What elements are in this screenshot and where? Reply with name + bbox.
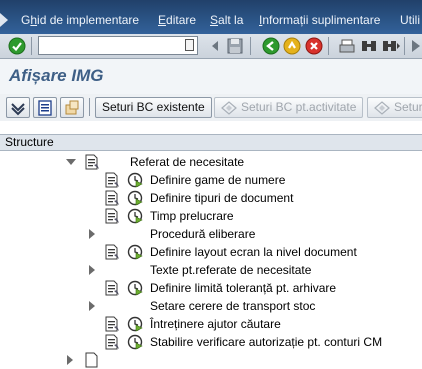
page-title: Afișare IMG [9,66,104,85]
structure-tree: Structure Referat de necesitate Definire … [0,134,422,368]
toolbar-separator [404,37,405,55]
menu-label: id de implementare [37,13,140,27]
bookmark-button[interactable] [60,97,84,118]
tree-node[interactable]: Stabilire verificare autorizație pt. con… [0,333,422,351]
standard-toolbar [0,34,422,59]
tree-node-label: Referat de necesitate [130,155,245,169]
documentation-icon[interactable] [104,172,120,188]
tree-node-label: Procedură eliberare [150,227,256,241]
bc-set-icon [221,101,237,115]
bc-sets-activity-label: Seturi BC pt.activitate [241,100,357,114]
execute-activity-icon[interactable] [127,334,143,350]
history-back-icon[interactable] [206,37,224,55]
execute-activity-icon[interactable] [127,244,143,260]
documentation-icon[interactable] [84,352,100,368]
expand-triangle-icon[interactable] [89,265,95,275]
tree-node-label: Timp prelucrare [150,209,234,223]
tree-node[interactable]: Timp prelucrare [0,207,422,225]
documentation-icon[interactable] [104,208,120,224]
toolbar-separator [89,98,90,116]
title-bar: Afișare IMG [0,59,422,95]
bc-sets-more-label: Setur [394,100,422,114]
menu-ghid-de-implementare[interactable]: Ghid de implementare [21,13,139,27]
expand-triangle-icon[interactable] [89,229,95,239]
command-history-icon[interactable] [185,39,194,51]
select-view-button[interactable] [33,97,57,118]
bc-sets-more-button[interactable]: Setur [367,97,422,118]
toolbar-separator [250,37,251,55]
save-icon[interactable] [226,37,244,55]
expand-subtree-button[interactable] [6,97,30,118]
tree-node[interactable]: Definire tipuri de document [0,189,422,207]
tree-node-label: Definire limită toleranță pt. arhivare [150,281,337,295]
menu-label: nformații suplimentare [262,13,381,27]
menu-label: G [21,13,31,27]
back-icon[interactable] [262,37,280,55]
list-view-icon [38,100,52,116]
bc-sets-activity-button[interactable]: Seturi BC pt.activitate [214,97,364,118]
documentation-icon[interactable] [104,244,120,260]
tree-node-label: Stabilire verificare autorizație pt. con… [150,335,383,349]
tree-node-label: Întreținere ajutor căutare [150,317,281,331]
documentation-icon[interactable] [84,154,100,170]
tree-node-label: Setare cerere de transport stoc [150,299,316,313]
menu-informatii-suplimentare[interactable]: Informații suplimentare [259,13,380,27]
expand-subtree-icon [11,103,25,116]
tree-node[interactable]: Setare cerere de transport stoc [0,297,422,315]
exit-icon[interactable] [283,37,301,55]
tree-node[interactable]: Întreținere ajutor căutare [0,315,422,333]
toolbar-separator [31,37,32,55]
tree-node[interactable]: Referat de necesitate [0,153,422,171]
tree-node-label: Texte pt.referate de necesitate [150,263,312,277]
command-input[interactable] [39,37,185,54]
menu-label-hotkey: S [210,13,219,27]
tree-node[interactable]: Texte pt.referate de necesitate [0,261,422,279]
bc-sets-existing-button[interactable]: Seturi BC existente [95,97,212,118]
tree-column-header[interactable]: Structure [0,134,422,151]
menu-utilitare[interactable]: Utili [400,13,420,27]
find-icon[interactable] [360,37,378,55]
print-icon[interactable] [338,37,356,55]
execute-activity-icon[interactable] [127,208,143,224]
expand-triangle-icon[interactable] [89,301,95,311]
menu-label: Utili [400,13,420,27]
bookmark-icon [65,100,79,115]
first-page-icon[interactable] [408,37,422,55]
cancel-icon[interactable] [305,37,323,55]
execute-activity-icon[interactable] [127,280,143,296]
tree-node[interactable] [0,351,422,369]
documentation-icon[interactable] [104,280,120,296]
toolbar-separator [328,37,329,55]
find-next-icon[interactable] [382,37,400,55]
documentation-icon[interactable] [104,334,120,350]
command-field[interactable] [38,36,198,55]
enter-checkmark-icon[interactable] [8,37,26,55]
execute-activity-icon[interactable] [127,316,143,332]
menu-bar: Ghid de implementare Editare Salt la Inf… [0,0,422,34]
documentation-icon[interactable] [104,316,120,332]
menu-label-hotkey: E [158,13,167,27]
tree-node[interactable]: Definire game de numere [0,171,422,189]
bc-sets-existing-label: Seturi BC existente [102,100,205,114]
tree-node-label: Definire layout ecran la nivel document [150,245,357,259]
menu-salt-la[interactable]: Salt la [210,13,243,27]
menu-label: ditare [166,13,197,27]
tree-node-label: Definire game de numere [150,173,286,187]
tree-column-header-label: Structure [5,135,54,149]
bc-set-icon [374,101,390,115]
tree-node[interactable]: Procedură eliberare [0,225,422,243]
execute-activity-icon[interactable] [127,190,143,206]
tree-node[interactable]: Definire limită toleranță pt. arhivare [0,279,422,297]
documentation-icon[interactable] [104,190,120,206]
execute-activity-icon[interactable] [127,172,143,188]
menu-label: alt la [218,13,244,27]
menu-editare[interactable]: Editare [158,13,196,27]
application-toolbar: Seturi BC existente Seturi BC pt.activit… [0,94,422,121]
tree-node-label: Definire tipuri de document [150,191,294,205]
tree-node[interactable]: Definire layout ecran la nivel document [0,243,422,261]
collapse-triangle-icon[interactable] [66,159,76,165]
system-menu-icon[interactable] [0,13,8,27]
expand-triangle-icon[interactable] [67,355,73,365]
